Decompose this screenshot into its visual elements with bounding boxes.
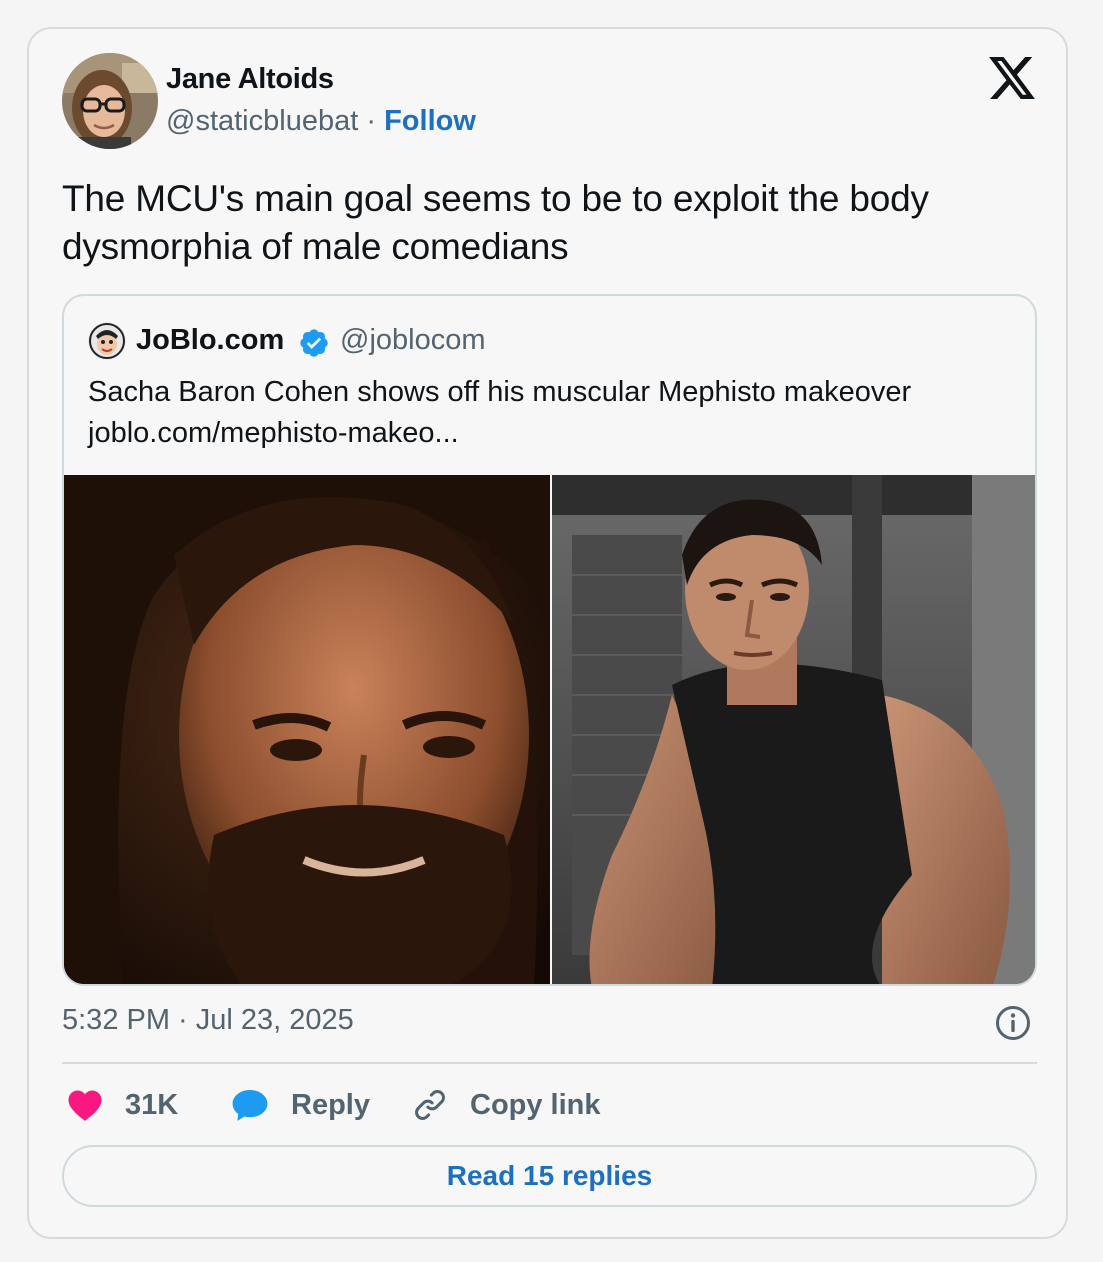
read-replies-button[interactable]: Read 15 replies bbox=[62, 1145, 1037, 1207]
quoted-author-name[interactable]: JoBlo.com bbox=[136, 324, 284, 357]
author-name[interactable]: Jane Altoids bbox=[166, 63, 334, 96]
quoted-author-handle[interactable]: @joblocom bbox=[340, 324, 486, 357]
reply-button[interactable]: Reply bbox=[231, 1085, 370, 1125]
quoted-tweet[interactable]: JoBlo.com @joblocom Sacha Baron Cohen sh… bbox=[62, 294, 1037, 986]
author-handle-row: @staticbluebat · Follow bbox=[166, 105, 476, 138]
tweet-card: Jane Altoids @staticbluebat · Follow The… bbox=[27, 27, 1068, 1239]
author-handle[interactable]: @staticbluebat bbox=[166, 105, 358, 137]
quoted-media[interactable] bbox=[64, 475, 1035, 984]
quoted-avatar[interactable] bbox=[88, 322, 126, 360]
copy-link-button[interactable]: Copy link bbox=[412, 1085, 601, 1125]
author-avatar[interactable] bbox=[62, 53, 158, 149]
quoted-link[interactable]: joblo.com/mephisto-makeo... bbox=[88, 413, 1008, 454]
handle-separator: · bbox=[366, 105, 377, 137]
quoted-tweet-text: Sacha Baron Cohen shows off his muscular… bbox=[88, 372, 1008, 454]
info-icon[interactable] bbox=[995, 1005, 1031, 1041]
link-icon bbox=[415, 1090, 445, 1120]
verified-badge-icon bbox=[298, 327, 330, 359]
tweet-text: The MCU's main goal seems to be to explo… bbox=[62, 178, 929, 267]
media-photo-left[interactable] bbox=[64, 475, 550, 984]
quoted-text-line: Sacha Baron Cohen shows off his muscular… bbox=[88, 376, 912, 408]
x-logo-icon[interactable] bbox=[989, 57, 1035, 99]
tweet-timestamp[interactable]: 5:32 PM · Jul 23, 2025 bbox=[62, 1004, 354, 1037]
follow-button[interactable]: Follow bbox=[384, 105, 476, 137]
speech-bubble-icon bbox=[232, 1089, 268, 1121]
like-count: 31K bbox=[125, 1088, 179, 1121]
divider bbox=[62, 1062, 1037, 1064]
copy-link-label: Copy link bbox=[470, 1088, 601, 1121]
heart-icon bbox=[68, 1090, 102, 1121]
like-button[interactable]: 31K bbox=[67, 1085, 178, 1125]
reply-label: Reply bbox=[291, 1088, 370, 1121]
media-photo-right[interactable] bbox=[552, 475, 1035, 984]
